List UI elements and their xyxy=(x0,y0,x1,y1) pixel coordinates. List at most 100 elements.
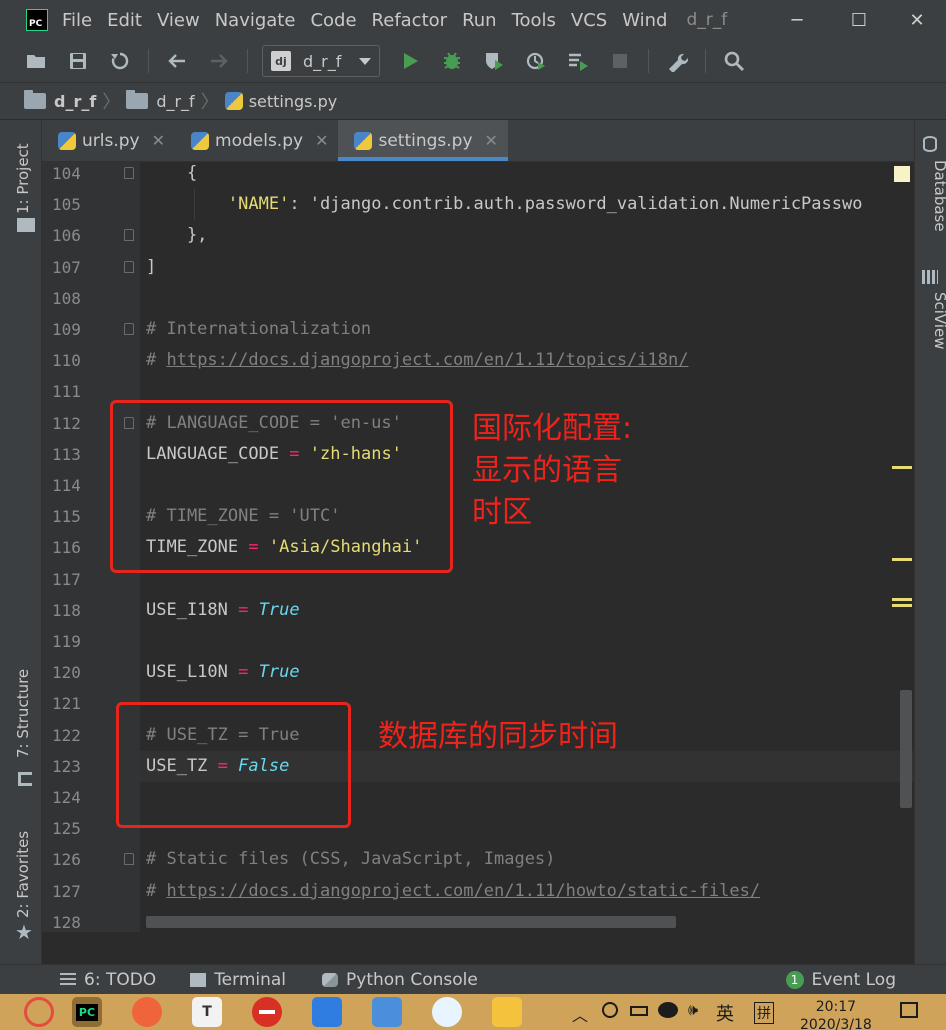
menu-vcs[interactable]: VCS xyxy=(571,10,607,31)
app-taskbar-icon-2[interactable] xyxy=(372,997,402,1027)
code-line[interactable]: 118 USE_I18N = True xyxy=(52,595,914,626)
breadcrumb-folder[interactable]: d_r_f xyxy=(126,90,195,111)
event-log-label: Event Log xyxy=(811,969,896,990)
app-taskbar-icon[interactable] xyxy=(312,997,342,1027)
input-mode-indicator[interactable]: 拼 xyxy=(754,1002,774,1024)
tab-models-py[interactable]: models.py ✕ xyxy=(175,120,338,161)
save-icon[interactable] xyxy=(64,47,92,75)
code-line[interactable]: 109 # Internationalization xyxy=(52,314,914,345)
line-number: 119 xyxy=(52,632,81,651)
wechat-icon[interactable] xyxy=(658,1002,678,1018)
tray-chevron-up-icon[interactable]: ︿ xyxy=(572,1002,588,1026)
sciview-tool-tab[interactable]: SciView xyxy=(931,292,946,350)
sync-icon[interactable] xyxy=(106,47,134,75)
pycharm-taskbar-icon[interactable]: PC xyxy=(72,997,102,1027)
profile-icon[interactable] xyxy=(522,47,550,75)
file-explorer-taskbar-icon[interactable] xyxy=(492,997,522,1027)
back-arrow-icon[interactable] xyxy=(163,47,191,75)
code-line[interactable]: 110 # https://docs.djangoproject.com/en/1… xyxy=(52,345,914,376)
menu-refactor[interactable]: Refactor xyxy=(372,10,448,31)
code-line[interactable]: 106 }, xyxy=(52,220,914,251)
os-app-icon[interactable] xyxy=(24,997,54,1027)
menu-run[interactable]: Run xyxy=(462,10,497,31)
typora-taskbar-icon[interactable]: T xyxy=(192,997,222,1027)
fold-marker-icon[interactable] xyxy=(124,853,134,866)
change-marker[interactable] xyxy=(892,604,912,607)
annotation-box-i18n xyxy=(110,400,453,573)
favorites-tool-tab[interactable]: 2: Favorites xyxy=(14,831,32,918)
battery-icon[interactable] xyxy=(630,1006,648,1016)
tab-settings-py[interactable]: settings.py ✕ xyxy=(338,120,509,161)
code-line[interactable]: 108 xyxy=(52,283,914,314)
run-concurrency-icon[interactable] xyxy=(564,47,592,75)
event-log-tool-button[interactable]: 1 Event Log xyxy=(785,969,896,990)
list-icon xyxy=(60,972,76,987)
code-line[interactable]: 104 { xyxy=(52,162,914,189)
code-line[interactable]: 105 'NAME': 'django.contrib.auth.passwor… xyxy=(52,189,914,220)
input-method-indicator[interactable]: 英 xyxy=(716,1000,734,1026)
menu-navigate[interactable]: Navigate xyxy=(215,10,296,31)
system-clock[interactable]: 20:17 2020/3/18 xyxy=(800,998,872,1030)
close-tab-icon[interactable]: ✕ xyxy=(485,131,498,150)
fold-marker-icon[interactable] xyxy=(124,323,134,335)
python-console-tool-button[interactable]: Python Console xyxy=(322,970,478,990)
horizontal-scrollbar[interactable] xyxy=(146,916,676,928)
maximize-button[interactable]: ☐ xyxy=(836,0,882,40)
tab-urls-py[interactable]: urls.py ✕ xyxy=(42,120,175,161)
menu-view[interactable]: View xyxy=(157,10,200,31)
code-line[interactable]: 119 xyxy=(52,626,914,657)
line-number: 114 xyxy=(52,476,81,495)
volume-icon[interactable]: 🕪 xyxy=(688,1000,698,1020)
breadcrumb-root[interactable]: d_r_f xyxy=(24,90,96,111)
star-icon: ★ xyxy=(15,920,33,944)
debug-icon[interactable] xyxy=(438,47,466,75)
close-tab-icon[interactable]: ✕ xyxy=(152,131,165,150)
run-configuration-label: d_r_f xyxy=(303,51,342,71)
menu-code[interactable]: Code xyxy=(310,10,356,31)
line-number: 110 xyxy=(52,351,81,371)
fold-marker-icon[interactable] xyxy=(124,167,134,179)
open-folder-icon[interactable] xyxy=(22,47,50,75)
project-folder-icon xyxy=(17,218,35,232)
browser-taskbar-icon[interactable] xyxy=(132,997,162,1027)
structure-tool-tab[interactable]: 7: Structure xyxy=(14,669,32,758)
project-tool-tab[interactable]: 1: Project xyxy=(14,143,32,214)
pycharm-logo-icon: PC xyxy=(26,9,48,31)
code-line[interactable]: 127 # https://docs.djangoproject.com/en/1… xyxy=(52,876,914,907)
todo-tool-button[interactable]: 6: TODO xyxy=(60,970,156,990)
change-marker[interactable] xyxy=(892,558,912,561)
stop-app-taskbar-icon[interactable] xyxy=(252,997,282,1027)
run-with-coverage-icon[interactable] xyxy=(480,47,508,75)
menu-file[interactable]: File xyxy=(62,10,92,31)
code-text: { xyxy=(146,163,198,183)
menu-window[interactable]: Wind xyxy=(622,10,667,31)
code-line[interactable]: 126 # Static files (CSS, JavaScript, Imag… xyxy=(52,844,914,875)
settings-wrench-icon[interactable] xyxy=(663,47,691,75)
code-line[interactable]: 107] xyxy=(52,252,914,283)
close-tab-icon[interactable]: ✕ xyxy=(315,131,328,150)
database-tool-tab[interactable]: Database xyxy=(931,160,946,232)
code-line[interactable]: 120 USE_L10N = True xyxy=(52,657,914,688)
run-icon[interactable] xyxy=(396,47,424,75)
vertical-scrollbar[interactable] xyxy=(900,690,912,808)
terminal-icon xyxy=(190,972,207,987)
menu-tools[interactable]: Tools xyxy=(512,10,556,31)
terminal-tool-button[interactable]: Terminal xyxy=(190,970,286,990)
search-icon[interactable] xyxy=(720,47,748,75)
fold-marker-icon[interactable] xyxy=(124,229,134,242)
change-marker[interactable] xyxy=(892,466,912,469)
forward-arrow-icon[interactable] xyxy=(205,47,233,75)
tray-app-icon[interactable] xyxy=(602,1002,618,1018)
app-taskbar-icon-3[interactable] xyxy=(432,997,462,1027)
fold-marker-icon[interactable] xyxy=(124,260,134,273)
run-configuration-dropdown[interactable]: dj d_r_f xyxy=(262,45,380,77)
breadcrumb-file[interactable]: settings.py xyxy=(224,92,337,111)
menu-edit[interactable]: Edit xyxy=(107,10,142,31)
change-marker[interactable] xyxy=(892,598,912,601)
stop-icon[interactable] xyxy=(606,47,634,75)
minimize-button[interactable]: ─ xyxy=(774,0,820,40)
inspection-status-icon[interactable] xyxy=(894,166,910,182)
clock-time: 20:17 xyxy=(815,999,857,1015)
notification-icon[interactable] xyxy=(900,1002,918,1018)
close-window-button[interactable]: ✕ xyxy=(894,0,940,40)
